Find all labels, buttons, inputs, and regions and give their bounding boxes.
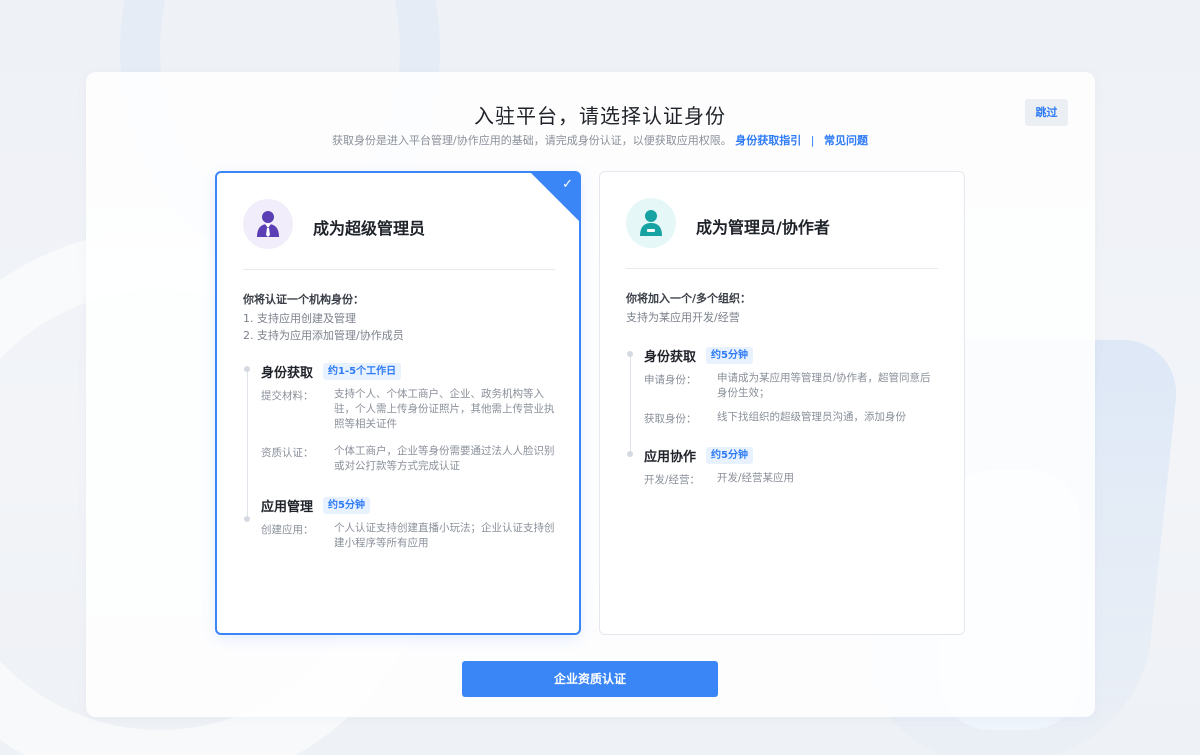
row-value: 开发/经营某应用: [717, 472, 795, 484]
avatar: [243, 199, 293, 249]
row-value: 个体工商户，企业等身份需要通过法人人脸识别或对公打款等方式完成认证: [334, 445, 555, 472]
row-key: 提交材料：: [261, 390, 314, 402]
timeline-dot: [244, 366, 250, 372]
timeline-dot: [244, 516, 250, 522]
row-value: 个人认证支持创建直播小玩法；企业认证支持创建小程序等所有应用: [334, 522, 555, 549]
person-badge-icon: [640, 210, 662, 236]
row-value: 线下找组织的超级管理员沟通，添加身份: [717, 411, 906, 423]
intro-line: 支持为某应用开发/经营: [626, 311, 740, 324]
selected-corner: ✓: [529, 171, 581, 223]
card-title: 成为超级管理员: [313, 219, 426, 238]
enterprise-certify-button[interactable]: 企业资质认证: [462, 661, 718, 697]
row-key: 申请身份：: [644, 374, 697, 386]
row-key: 获取身份：: [644, 413, 697, 425]
time-badge: 约5分钟: [706, 447, 753, 464]
timeline-dot: [627, 451, 633, 457]
card-divider: [243, 269, 555, 270]
link-separator: |: [810, 134, 815, 147]
row-key: 开发/经营：: [644, 474, 701, 486]
skip-button[interactable]: 跳过: [1025, 99, 1068, 126]
section-title: 身份获取: [644, 350, 697, 365]
intro-head: 你将认证一个机构身份：: [243, 293, 364, 306]
time-badge: 约5分钟: [323, 497, 370, 514]
timeline-dot: [627, 351, 633, 357]
row-value: 申请成为某应用等管理员/协作者，超管同意后身份生效；: [717, 372, 931, 399]
faq-link[interactable]: 常见问题: [824, 134, 868, 147]
time-badge: 约5分钟: [706, 347, 753, 364]
section-title: 应用协作: [644, 450, 697, 465]
avatar: [626, 198, 676, 248]
page-title: 入驻平台，请选择认证身份: [474, 104, 726, 128]
person-tie-icon: [257, 211, 279, 237]
row-key: 资质认证：: [261, 447, 314, 459]
row-value: 支持个人、个体工商户、企业、政务机构等入驻，个人需上传身份证照片，其他需上传营业…: [334, 388, 555, 430]
intro-head: 你将加入一个/多个组织：: [626, 292, 752, 305]
time-badge: 约1-5个工作日: [323, 363, 402, 380]
timeline-line: [247, 369, 248, 519]
row-key: 创建应用：: [261, 524, 314, 536]
checkmark-icon: ✓: [562, 177, 573, 192]
page-subtitle: 获取身份是进入平台管理/协作应用的基础，请完成身份认证，以便获取应用权限。 身份…: [0, 132, 1200, 148]
guide-link[interactable]: 身份获取指引: [735, 134, 801, 147]
section-title: 身份获取: [261, 366, 314, 381]
intro-line: 2. 支持为应用添加管理/协作成员: [243, 329, 404, 342]
card-divider: [626, 268, 938, 269]
card-collaborator[interactable]: 成为管理员/协作者 你将加入一个/多个组织： 支持为某应用开发/经营 身份获取 …: [599, 171, 965, 635]
section-title: 应用管理: [261, 500, 314, 515]
card-title: 成为管理员/协作者: [696, 218, 830, 237]
timeline-line: [630, 354, 631, 454]
intro-line: 1. 支持应用创建及管理: [243, 312, 356, 325]
subtitle-text: 获取身份是进入平台管理/协作应用的基础，请完成身份认证，以便获取应用权限。: [332, 134, 732, 147]
card-super-admin[interactable]: ✓ 成为超级管理员 你将认证一个机构身份： 1. 支持应用创建及管理 2. 支持…: [215, 171, 581, 635]
